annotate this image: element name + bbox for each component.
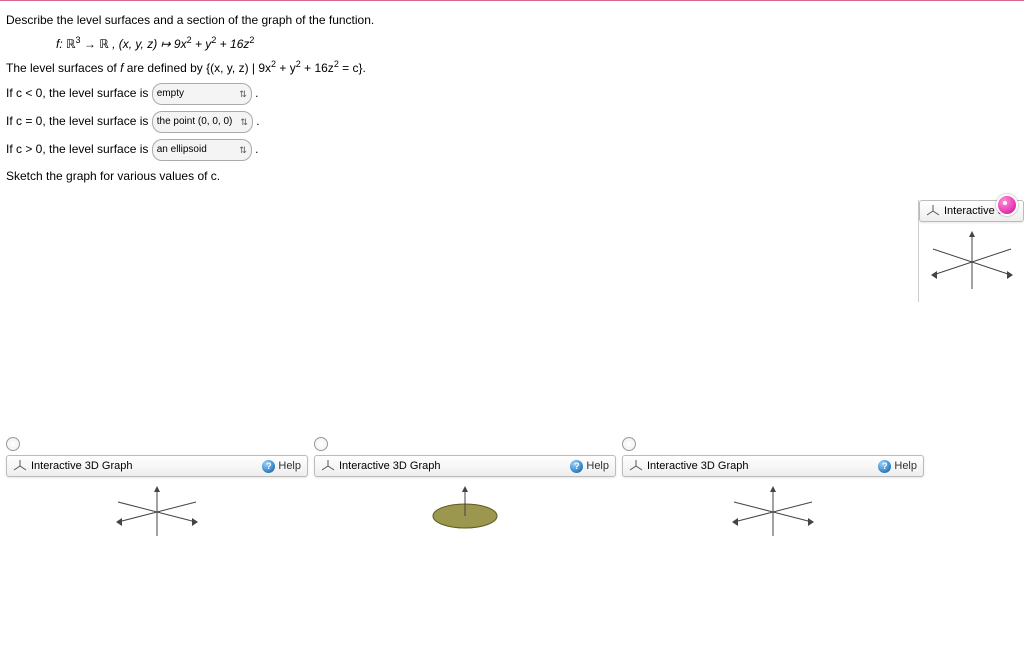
ls-c: + y [279,61,295,75]
panel-head-2: Interactive 3D Graph ? Help [314,455,616,477]
c-eq-0-select-value: the point (0, 0, 0) [157,116,233,127]
help-button-3[interactable]: ? Help [878,460,917,473]
help-icon: ? [570,460,583,473]
help-label-3: Help [894,460,917,472]
sketch-prompt: Sketch the graph for various values of c… [6,167,1024,185]
c-lt-0-text: If c < 0, the level surface is [6,86,152,100]
func-p2: + 16z [220,37,250,51]
ls-s3: 2 [334,59,339,69]
case-c-eq-0: If c = 0, the level surface is the point… [6,111,1024,133]
radio-option-2[interactable] [314,437,328,451]
right-panel: Interactive 3D [918,200,1024,302]
c-gt-0-text: If c > 0, the level surface is [6,142,152,156]
graph-panel-3: Interactive 3D Graph ? Help [622,455,924,547]
graph-panel-1: Interactive 3D Graph ? Help [6,455,308,547]
c-eq-0-select[interactable]: the point (0, 0, 0) ⇅ [152,111,253,133]
graph-panel-2: Interactive 3D Graph ? Help [314,455,616,547]
help-icon: ? [262,460,275,473]
dot1: . [255,86,258,100]
dot2: . [256,114,259,128]
help-button-2[interactable]: ? Help [570,460,609,473]
radio-option-3[interactable] [622,437,636,451]
c-lt-0-select-value: empty [157,88,184,99]
right-surface[interactable] [919,222,1024,302]
help-label-2: Help [586,460,609,472]
axes-3d-icon [629,459,643,473]
question-prompt: Describe the level surfaces and a sectio… [6,11,1024,29]
panel-title-2: Interactive 3D Graph [339,460,441,472]
func-arrow: → [84,37,99,51]
real3: ℝ [66,37,76,51]
help-icon: ? [878,460,891,473]
c-gt-0-select-value: an ellipsoid [157,144,207,155]
chevron-updown-icon: ⇅ [239,85,247,103]
graph-surface-2[interactable] [314,477,616,547]
chevron-updown-icon: ⇅ [240,113,248,131]
graph-ellipse-disc [420,482,510,542]
ls-f: f [120,61,123,75]
ls-a: The level surfaces of [6,61,120,75]
axes-3d-icon [13,459,27,473]
panel-head-1: Interactive 3D Graph ? Help [6,455,308,477]
radio-option-1[interactable] [6,437,20,451]
ls-b: are defined by {(x, y, z) | 9x [127,61,271,75]
func-vars: , (x, y, z) ↦ 9x [112,37,187,51]
func-f: f: [56,37,66,51]
axes-3d-icon [926,204,940,218]
c-lt-0-select[interactable]: empty ⇅ [152,83,252,105]
level-surface-definition: The level surfaces of f are defined by {… [6,59,1024,77]
help-label-1: Help [278,460,301,472]
graph-axes-alt [728,482,818,542]
exp-z: 2 [249,35,254,45]
panel-head-3: Interactive 3D Graph ? Help [622,455,924,477]
chevron-updown-icon: ⇅ [239,141,247,159]
graph-right-axes [927,227,1017,297]
func-p1: + y [195,37,211,51]
case-c-lt-0: If c < 0, the level surface is empty ⇅ . [6,83,1024,105]
real: ℝ [99,37,109,51]
ls-d: + 16z [304,61,334,75]
record-icon[interactable] [996,194,1018,216]
panel-title-3: Interactive 3D Graph [647,460,749,472]
exp-x: 2 [187,35,192,45]
ls-e: = c}. [342,61,366,75]
graph-empty-axes [112,482,202,542]
function-definition: f: ℝ3 → ℝ , (x, y, z) ↦ 9x2 + y2 + 16z2 [6,35,1024,53]
real3-exp: 3 [76,35,81,45]
graph-surface-3[interactable] [622,477,924,547]
case-c-gt-0: If c > 0, the level surface is an ellips… [6,139,1024,161]
axes-3d-icon [321,459,335,473]
c-eq-0-text: If c = 0, the level surface is [6,114,152,128]
c-gt-0-select[interactable]: an ellipsoid ⇅ [152,139,252,161]
ls-s2: 2 [296,59,301,69]
dot3: . [255,142,258,156]
exp-y: 2 [211,35,216,45]
ls-s1: 2 [271,59,276,69]
graph-panels: Interactive 3D Graph ? Help [6,455,1024,547]
panel-title-1: Interactive 3D Graph [31,460,133,472]
help-button-1[interactable]: ? Help [262,460,301,473]
graph-surface-1[interactable] [6,477,308,547]
